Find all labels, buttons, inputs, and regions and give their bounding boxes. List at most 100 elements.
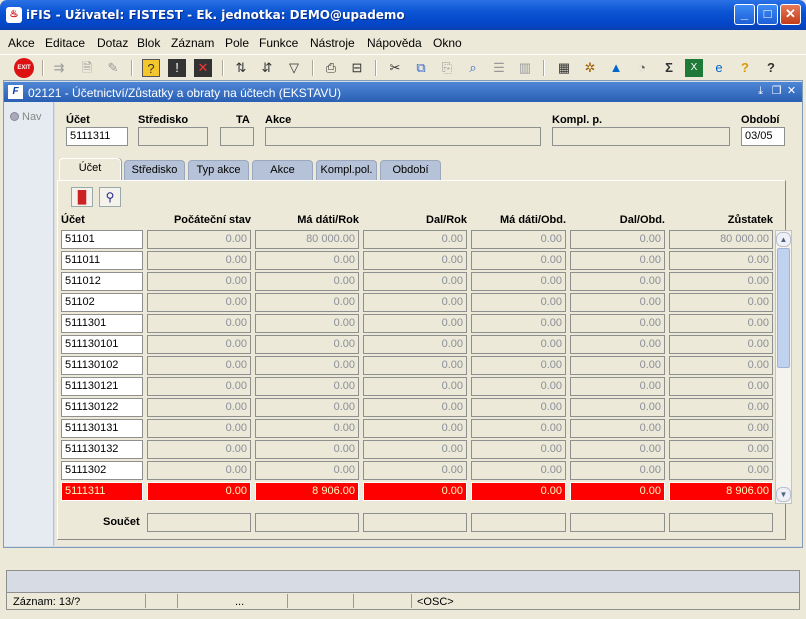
scroll-down-icon[interactable]: ▼: [776, 487, 791, 502]
query-icon[interactable]: ?: [142, 59, 160, 77]
cell-ma-dati-rok[interactable]: 0.00: [255, 335, 359, 354]
cell-dal-obd[interactable]: 0.00: [570, 251, 665, 270]
copy-icon[interactable]: ⧉: [412, 59, 430, 77]
kompl-field[interactable]: [552, 127, 730, 146]
cell-ma-dati-rok[interactable]: 0.00: [255, 440, 359, 459]
cut-icon[interactable]: ✂: [386, 59, 404, 77]
cell-zustatek[interactable]: 0.00: [669, 398, 773, 417]
cell-ucet[interactable]: 511130122: [61, 398, 143, 417]
cell-zustatek[interactable]: 0.00: [669, 356, 773, 375]
obdobi-field[interactable]: 03/05: [741, 127, 785, 146]
cell-zustatek[interactable]: 0.00: [669, 461, 773, 480]
cancel-query-icon[interactable]: ✕: [194, 59, 212, 77]
cell-ucet[interactable]: 5111302: [61, 461, 143, 480]
filter-icon[interactable]: ▽: [285, 59, 303, 77]
columns-icon[interactable]: ▥: [516, 59, 534, 77]
cell-ma-dati-rok[interactable]: 0.00: [255, 272, 359, 291]
cell-zustatek[interactable]: 0.00: [669, 377, 773, 396]
scroll-up-icon[interactable]: ▲: [776, 232, 791, 247]
cell-zustatek[interactable]: 80 000.00: [669, 230, 773, 249]
cell-ma-dati-obd[interactable]: 0.00: [471, 440, 566, 459]
cell-dal-rok[interactable]: 0.00: [363, 356, 467, 375]
cell-pocatecni-stav[interactable]: 0.00: [147, 251, 251, 270]
explorer-icon[interactable]: e: [710, 59, 728, 77]
tab-akce[interactable]: Akce: [252, 160, 313, 180]
cell-pocatecni-stav[interactable]: 0.00: [147, 230, 251, 249]
cell-dal-obd[interactable]: 0.00: [570, 335, 665, 354]
cell-ma-dati-rok[interactable]: 0.00: [255, 251, 359, 270]
cell-ma-dati-obd[interactable]: 0.00: [471, 335, 566, 354]
cell-ma-dati-obd[interactable]: 0.00: [471, 377, 566, 396]
cell-zustatek[interactable]: 0.00: [669, 335, 773, 354]
menu-napoveda[interactable]: Nápověda: [367, 36, 422, 50]
cell-ma-dati-rok[interactable]: 0.00: [255, 377, 359, 396]
cell-ucet[interactable]: 5111301: [61, 314, 143, 333]
cell-ma-dati-obd[interactable]: 0.00: [471, 461, 566, 480]
cell-pocatecni-stav[interactable]: 0.00: [147, 377, 251, 396]
cell-ma-dati-rok[interactable]: 0.00: [255, 419, 359, 438]
sort-desc-icon[interactable]: ⇵: [258, 59, 276, 77]
cell-dal-obd[interactable]: 0.00: [570, 293, 665, 312]
menu-nastroje[interactable]: Nástroje: [310, 36, 355, 50]
cell-ma-dati-rok[interactable]: 0.00: [255, 293, 359, 312]
cell-ucet[interactable]: 511012: [61, 272, 143, 291]
navigator-icon[interactable]: ▲: [607, 59, 625, 77]
cell-ma-dati-obd[interactable]: 0.00: [471, 356, 566, 375]
tab-kompl-pol[interactable]: Kompl.pol.: [316, 160, 377, 180]
cell-pocatecni-stav[interactable]: 0.00: [147, 419, 251, 438]
cell-dal-rok[interactable]: 0.00: [363, 272, 467, 291]
close-button[interactable]: ✕: [780, 4, 801, 25]
menu-akce[interactable]: Akce: [8, 36, 35, 50]
cell-ucet[interactable]: 511011: [61, 251, 143, 270]
cell-ucet[interactable]: 51102: [61, 293, 143, 312]
clear-icon[interactable]: ✎: [104, 59, 122, 77]
help-icon[interactable]: ?: [762, 59, 780, 77]
sum-icon[interactable]: Σ: [660, 59, 678, 77]
cell-dal-rok[interactable]: 0.00: [363, 461, 467, 480]
tab-stredisko[interactable]: Středisko: [124, 160, 185, 180]
akce-field[interactable]: [265, 127, 541, 146]
cell-pocatecni-stav[interactable]: 0.00: [147, 314, 251, 333]
cell-ma-dati-obd[interactable]: 0.00: [471, 272, 566, 291]
menu-okno[interactable]: Okno: [433, 36, 462, 50]
cell-ma-dati-rok[interactable]: 80 000.00: [255, 230, 359, 249]
cell-dal-obd[interactable]: 0.00: [570, 314, 665, 333]
tab-ucet[interactable]: Účet: [59, 158, 121, 180]
cell-pocatecni-stav[interactable]: 0.00: [147, 398, 251, 417]
cell-ma-dati-rok[interactable]: 0.00: [255, 314, 359, 333]
tab-typ-akce[interactable]: Typ akce: [188, 160, 249, 180]
cell-ma-dati-obd[interactable]: 0.00: [471, 482, 566, 501]
exit-icon[interactable]: EXIT: [14, 58, 34, 78]
cell-ucet[interactable]: 51101: [61, 230, 143, 249]
menu-blok[interactable]: Blok: [137, 36, 160, 50]
paste-icon[interactable]: ⎘: [438, 59, 456, 77]
menu-zaznam[interactable]: Záznam: [171, 36, 214, 50]
print-icon[interactable]: ⎙: [322, 59, 340, 77]
ta-field[interactable]: [220, 127, 254, 146]
nav-radio-icon[interactable]: [10, 112, 19, 121]
cell-ma-dati-rok[interactable]: 0.00: [255, 398, 359, 417]
cell-dal-rok[interactable]: 0.00: [363, 230, 467, 249]
cell-ma-dati-obd[interactable]: 0.00: [471, 398, 566, 417]
tools-icon[interactable]: ✲: [581, 59, 599, 77]
stredisko-field[interactable]: [138, 127, 208, 146]
cell-dal-obd[interactable]: 0.00: [570, 230, 665, 249]
help-question-icon[interactable]: ?: [736, 59, 754, 77]
cell-zustatek[interactable]: 0.00: [669, 251, 773, 270]
save-icon[interactable]: 🗎: [78, 59, 96, 77]
cell-dal-rok[interactable]: 0.00: [363, 335, 467, 354]
cell-dal-obd[interactable]: 0.00: [570, 461, 665, 480]
form-restore-icon[interactable]: ❐: [770, 85, 783, 98]
cell-dal-obd[interactable]: 0.00: [570, 272, 665, 291]
cell-zustatek[interactable]: 0.00: [669, 314, 773, 333]
nav-label[interactable]: Nav: [22, 111, 42, 123]
cell-dal-rok[interactable]: 0.00: [363, 377, 467, 396]
cell-ma-dati-obd[interactable]: 0.00: [471, 251, 566, 270]
cell-dal-obd[interactable]: 0.00: [570, 356, 665, 375]
clock-icon[interactable]: ◔: [633, 59, 651, 77]
cell-ma-dati-obd[interactable]: 0.00: [471, 314, 566, 333]
find-icon[interactable]: ⌕: [464, 59, 482, 77]
menu-funkce[interactable]: Funkce: [259, 36, 298, 50]
cell-dal-rok[interactable]: 0.00: [363, 440, 467, 459]
cell-dal-rok[interactable]: 0.00: [363, 419, 467, 438]
